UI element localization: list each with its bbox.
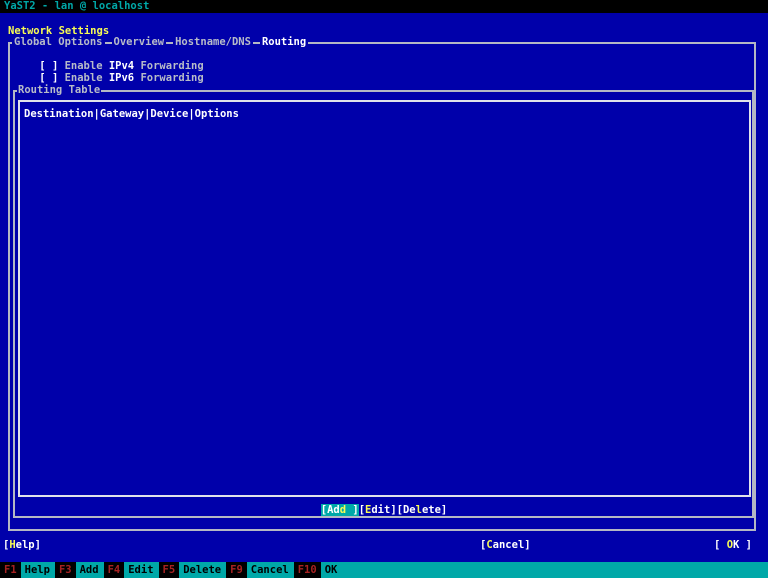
fkey-f9-cancel[interactable]: F9 Cancel — [226, 562, 294, 578]
button-text: [De — [396, 504, 416, 516]
fkey-action: OK — [324, 564, 338, 576]
function-key-bar: F1 Help F3 Add F4 Edit F5 Delete F9 Cancel F1… — [0, 562, 768, 578]
checkbox-box-icon: [ ] — [39, 72, 59, 84]
button-text: dit] — [371, 504, 397, 516]
fkey-label: F9 — [226, 562, 247, 578]
checkbox-label-strong: IPv6 — [108, 72, 135, 84]
fkey-action: Delete — [183, 564, 222, 576]
tab-global-options[interactable]: Global Options — [12, 36, 105, 48]
tab-hostname-dns[interactable]: Hostname/DNS — [173, 36, 253, 48]
fkey-label: F3 — [54, 562, 76, 578]
tab-routing[interactable]: Routing — [259, 36, 309, 48]
fkey-label: F1 — [0, 562, 21, 578]
edit-button[interactable]: [Edit] — [359, 504, 397, 516]
fkey-label: F5 — [158, 562, 180, 578]
fkey-action: Help — [24, 564, 50, 576]
delete-button[interactable]: [Delete] — [397, 504, 448, 516]
ok-button[interactable]: [ OK ] — [714, 539, 752, 551]
cancel-button[interactable]: [Cancel] — [480, 539, 531, 551]
window-title: YaST2 - lan @ localhost — [0, 0, 768, 13]
checkbox-label: Enable — [58, 72, 109, 84]
tab-bar: Global Options Overview Hostname/DNS Rou… — [12, 36, 315, 48]
button-text: K ] — [733, 539, 752, 551]
fkey-f4-edit[interactable]: F4 Edit — [103, 562, 159, 578]
button-text: ete] — [421, 504, 448, 516]
table-button-row: [Add ] [Edit] [Delete] — [0, 504, 768, 516]
button-text: [Ad — [320, 504, 340, 516]
button-text: elp] — [15, 539, 41, 551]
fkey-action: Cancel — [250, 564, 289, 576]
routing-table[interactable]: Destination|Gateway|Device|Options — [18, 100, 751, 497]
button-text: [ — [714, 539, 727, 551]
button-text: ancel] — [492, 539, 531, 551]
fkey-f5-delete[interactable]: F5 Delete — [158, 562, 227, 578]
fkey-action: Edit — [128, 564, 154, 576]
fkey-label: F4 — [103, 562, 125, 578]
routing-table-frame-label: Routing Table — [17, 84, 102, 96]
fkey-label: F10 — [293, 562, 321, 578]
checkbox-label: Forwarding — [134, 72, 204, 84]
fkey-f3-add[interactable]: F3 Add — [54, 562, 104, 578]
fkey-f10-ok[interactable]: F10 OK — [293, 562, 343, 578]
add-button[interactable]: [Add ] — [320, 504, 359, 516]
fkey-f1-help[interactable]: F1 Help — [0, 562, 55, 578]
help-button[interactable]: [Help] — [3, 539, 41, 551]
fkey-action: Add — [79, 564, 99, 576]
table-header: Destination|Gateway|Device|Options — [24, 108, 239, 120]
yast-terminal-screen: YaST2 - lan @ localhost Network Settings… — [0, 0, 768, 578]
button-text: ] — [346, 504, 359, 516]
tab-overview[interactable]: Overview — [111, 36, 167, 48]
